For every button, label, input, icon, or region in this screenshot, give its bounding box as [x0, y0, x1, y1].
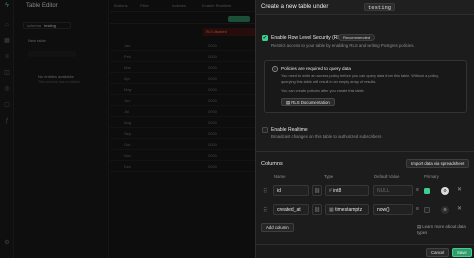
settings-gear-icon[interactable]: ⚙ — [441, 206, 449, 214]
drawer-footer: Cancel Save — [256, 244, 474, 258]
list-icon[interactable]: ≡ — [416, 206, 419, 212]
column-header-primary: Primary — [424, 174, 439, 179]
learn-data-types-label: Learn more about data types — [417, 224, 466, 235]
rls-description: Restrict access to your table by enablin… — [271, 43, 415, 48]
notice-line-1: You need to write an access policy befor… — [281, 74, 439, 78]
column-name-input[interactable]: id — [273, 185, 309, 196]
list-icon[interactable]: ≡ — [416, 187, 419, 193]
rls-documentation-button[interactable]: ▤ RLS Documentation — [281, 98, 335, 106]
primary-key-checkbox[interactable] — [424, 188, 430, 194]
default-value-text: NULL — [377, 188, 390, 194]
info-icon: i — [272, 66, 278, 72]
policy-notice: i Policies are required to query data Yo… — [264, 60, 467, 113]
save-button[interactable]: Save — [452, 248, 472, 257]
recommended-badge: Recommended — [338, 34, 376, 41]
realtime-description: Broadcast changes on this table to autho… — [271, 134, 382, 139]
column-row: ⠿ created_at ⛓ ▦ timestamptz now() ≡ ⚙ ✕ — [256, 203, 474, 217]
column-header-type: Type — [324, 174, 334, 179]
column-header-default: Default Value — [374, 174, 400, 179]
drawer-header: Create a new table under testing — [256, 0, 474, 15]
rls-documentation-label: RLS Documentation — [291, 100, 330, 105]
rls-label: Enable Row Level Security (RLS) — [271, 35, 346, 41]
drag-handle-icon[interactable]: ⠿ — [263, 188, 267, 195]
column-type-value: timestamptz — [335, 207, 363, 213]
column-type-select[interactable]: # int8 — [325, 185, 369, 196]
default-value-text: now() — [377, 207, 390, 213]
settings-gear-icon[interactable]: ⚙ — [441, 187, 449, 195]
notice-line-2: querying this table will result in an em… — [281, 80, 377, 84]
link-icon[interactable]: ⛓ — [312, 185, 322, 196]
primary-key-checkbox[interactable] — [424, 207, 430, 213]
link-icon[interactable]: ⛓ — [312, 204, 322, 215]
rls-checkbox[interactable] — [262, 35, 268, 41]
column-type-select[interactable]: ▦ timestamptz — [325, 204, 369, 215]
learn-data-types-link[interactable]: ▤ Learn more about data types — [417, 224, 474, 235]
drawer-title: Create a new table under — [261, 4, 329, 10]
default-value-input[interactable]: NULL — [373, 185, 413, 196]
remove-column-icon[interactable]: ✕ — [457, 205, 462, 212]
add-column-button[interactable]: Add column — [261, 223, 294, 232]
remove-column-icon[interactable]: ✕ — [457, 186, 462, 193]
schema-code-badge: testing — [364, 3, 396, 11]
section-divider — [256, 151, 474, 152]
column-name-input[interactable]: created_at — [273, 204, 309, 215]
realtime-label: Enable Realtime — [271, 127, 308, 133]
column-type-value: int8 — [333, 188, 342, 194]
create-table-drawer: Create a new table under testing Enable … — [255, 0, 474, 258]
column-header-name: Name — [274, 174, 286, 179]
drag-handle-icon[interactable]: ⠿ — [263, 207, 267, 214]
default-value-input[interactable]: now() — [373, 204, 413, 215]
realtime-checkbox[interactable] — [262, 127, 268, 133]
columns-title: Columns — [261, 161, 283, 167]
column-row: ⠿ id ⛓ # int8 NULL ≡ ⚙ ✕ — [256, 184, 474, 198]
notice-title: Policies are required to query data — [281, 66, 351, 71]
import-spreadsheet-button[interactable]: Import data via spreadsheet — [406, 159, 470, 168]
overlay-backdrop[interactable] — [0, 0, 255, 258]
cancel-button[interactable]: Cancel — [426, 248, 450, 257]
notice-line-3: You can create policies after you create… — [281, 89, 365, 93]
